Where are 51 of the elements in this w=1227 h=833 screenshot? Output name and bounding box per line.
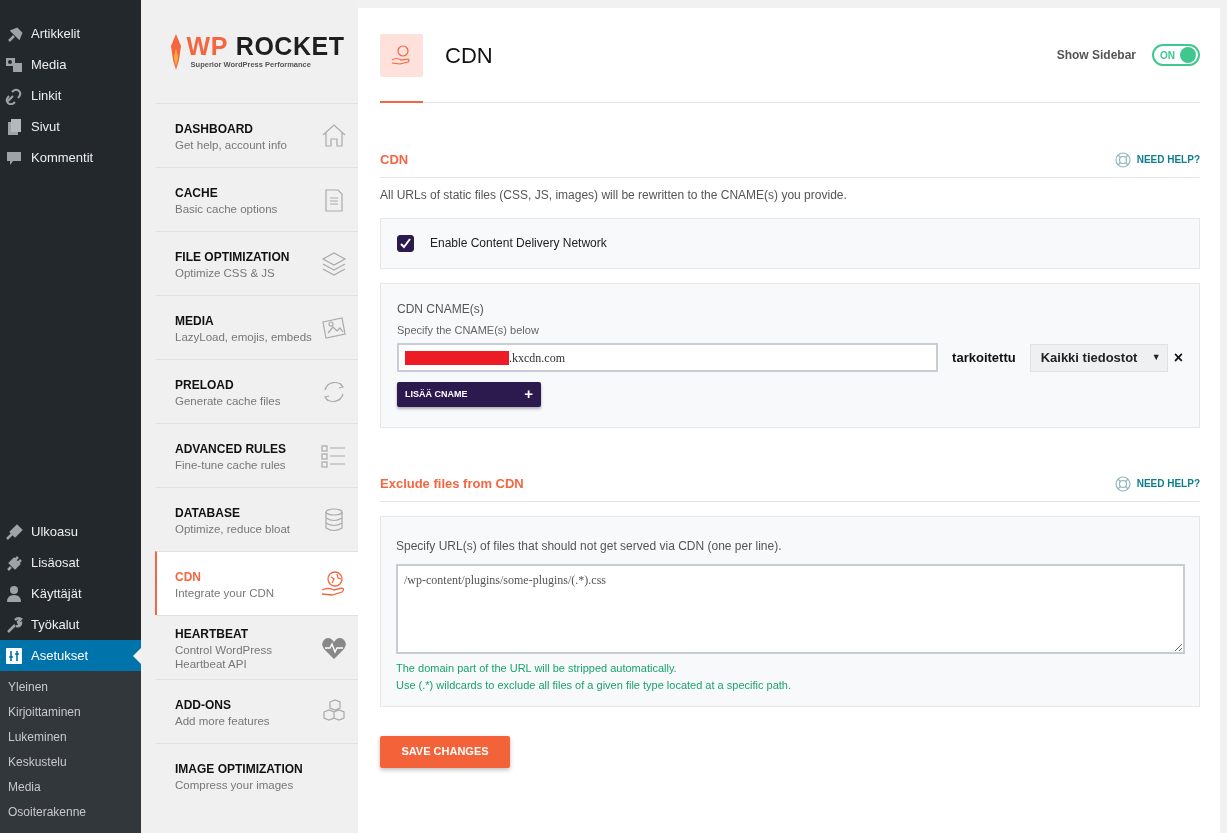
menu-item[interactable]: Ulkoasu (0, 516, 141, 547)
brush-icon (5, 522, 23, 541)
submenu-item[interactable]: Media (0, 775, 141, 800)
nav-item[interactable]: CDN Integrate your CDN (155, 551, 358, 615)
plug-icon (5, 553, 23, 572)
submenu-item[interactable]: Keskustelu (0, 750, 141, 775)
page-title: CDN (445, 41, 493, 70)
checkbox[interactable] (397, 234, 414, 252)
submenu-item[interactable]: Osoiterakenne (0, 800, 141, 825)
globe-hand-icon (390, 44, 413, 66)
menu-item[interactable]: Linkit (0, 80, 141, 111)
section-description: All URLs of static files (CSS, JS, images) will be rewritten to the CNAME(s) you provide. (380, 186, 848, 204)
lifebuoy-icon (1114, 151, 1131, 168)
menu-item[interactable]: Lisäosat (0, 547, 141, 578)
lifebuoy-icon (1114, 475, 1131, 492)
connector-label: tarkoitettu (952, 348, 1016, 367)
rocket-icon (168, 33, 183, 70)
user-icon (5, 584, 23, 603)
menu-item[interactable]: Artikkelit (0, 18, 141, 49)
checkbox-label: Enable Content Delivery Network (430, 235, 607, 252)
add-cname-button[interactable]: LISÄÄ CNAME + (397, 382, 541, 407)
field-hint: Specify the CNAME(s) below (397, 322, 540, 338)
menu-item[interactable]: Asetukset (0, 640, 141, 671)
help-note: Use (.*) wildcards to exclude all files of a given file type located at a specific path. (396, 677, 792, 693)
help-note: The domain part of the URL will be stripped automatically. (396, 660, 678, 676)
field-hint: Specify URL(s) of files that should not get served via CDN (one per line). (396, 537, 783, 555)
cname-input[interactable]: .kxcdn.com (397, 343, 939, 372)
toggle-label: Show Sidebar (1056, 47, 1136, 64)
submenu-item[interactable]: Lukeminen (0, 725, 141, 750)
file-type-select[interactable]: Kaikki tiedostot ▼ (1029, 343, 1168, 372)
settings-icon (5, 646, 23, 665)
menu-item[interactable]: Sivut (0, 111, 141, 142)
help-link[interactable]: NEED HELP? (1114, 151, 1200, 168)
logo-name: ROCKET (235, 32, 345, 59)
link-icon (5, 86, 23, 105)
field-title: CDN CNAME(s) (397, 300, 485, 318)
media-icon (5, 55, 23, 74)
menu-item[interactable]: Käyttäjät (0, 578, 141, 609)
logo-accent: WP (186, 32, 228, 59)
submenu-item[interactable]: Kirjoittaminen (0, 700, 141, 725)
menu-item[interactable]: Kommentit (0, 142, 141, 173)
pages-icon (5, 117, 23, 136)
section-heading: CDN (380, 151, 409, 169)
menu-item[interactable]: Työkalut (0, 609, 141, 640)
wrench-icon (5, 615, 23, 634)
menu-item[interactable]: Media (0, 49, 141, 80)
submenu-item[interactable]: Yleinen (0, 675, 141, 700)
section-heading: Exclude files from CDN (380, 475, 524, 493)
remove-button[interactable]: × (1173, 345, 1183, 370)
exclude-textarea[interactable]: /wp-content/plugins/some-plugins/(.*).css (396, 563, 1185, 654)
help-link[interactable]: NEED HELP? (1114, 475, 1200, 492)
